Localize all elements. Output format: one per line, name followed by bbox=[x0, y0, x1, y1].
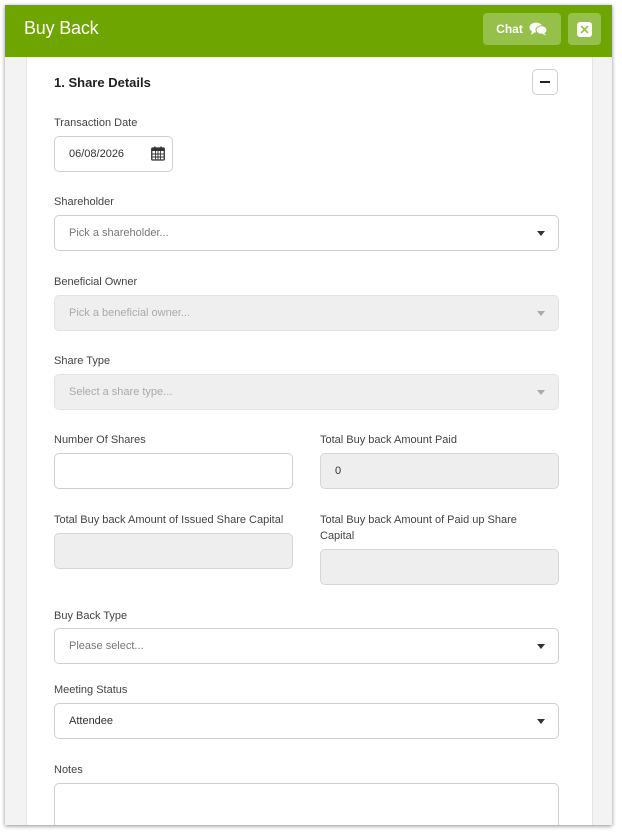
share-type-select[interactable]: Select a share type... bbox=[54, 374, 559, 410]
issued-share-capital-label: Total Buy back Amount of Issued Share Ca… bbox=[54, 514, 284, 526]
calendar-icon[interactable] bbox=[151, 146, 165, 161]
chat-button[interactable]: Chat bbox=[483, 13, 561, 45]
section-title: 1. Share Details bbox=[54, 75, 151, 90]
caret-down-icon bbox=[537, 311, 545, 316]
collapse-button[interactable] bbox=[532, 69, 558, 95]
close-icon bbox=[577, 21, 592, 37]
share-details-card: 1. Share Details Transaction Date 06/08/… bbox=[26, 57, 593, 825]
caret-down-icon bbox=[537, 231, 545, 236]
caret-down-icon bbox=[537, 390, 545, 395]
share-type-label: Share Type bbox=[54, 355, 111, 367]
paid-up-share-capital-input[interactable] bbox=[320, 549, 559, 585]
transaction-date-label: Transaction Date bbox=[54, 117, 138, 129]
chat-button-label: Chat bbox=[496, 22, 523, 36]
total-amount-paid-label: Total Buy back Amount Paid bbox=[320, 434, 457, 446]
notes-textarea[interactable] bbox=[54, 783, 559, 825]
share-type-placeholder: Select a share type... bbox=[69, 386, 173, 398]
number-of-shares-label: Number Of Shares bbox=[54, 434, 146, 446]
close-button[interactable] bbox=[568, 13, 601, 45]
transaction-date-value: 06/08/2026 bbox=[69, 148, 125, 160]
buy-back-type-label: Buy Back Type bbox=[54, 610, 128, 622]
chat-bubbles-icon bbox=[529, 22, 548, 36]
buy-back-type-placeholder: Please select... bbox=[69, 640, 144, 652]
caret-down-icon bbox=[537, 644, 545, 649]
shareholder-label: Shareholder bbox=[54, 196, 114, 208]
issued-share-capital-input[interactable] bbox=[54, 533, 293, 569]
shareholder-placeholder: Pick a shareholder... bbox=[69, 227, 169, 239]
total-amount-paid-input[interactable]: 0 bbox=[320, 453, 559, 489]
notes-label: Notes bbox=[54, 764, 83, 776]
shareholder-select[interactable]: Pick a shareholder... bbox=[54, 215, 559, 251]
beneficial-owner-select[interactable]: Pick a beneficial owner... bbox=[54, 295, 559, 331]
paid-up-share-capital-label: Total Buy back Amount of Paid up Share C… bbox=[320, 514, 517, 542]
beneficial-owner-placeholder: Pick a beneficial owner... bbox=[69, 307, 191, 319]
meeting-status-select[interactable]: Attendee bbox=[54, 703, 559, 739]
transaction-date-input[interactable]: 06/08/2026 bbox=[54, 136, 173, 172]
total-amount-paid-value: 0 bbox=[335, 465, 342, 477]
meeting-status-label: Meeting Status bbox=[54, 684, 128, 696]
meeting-status-value: Attendee bbox=[69, 715, 114, 727]
modal-header: Buy Back Chat bbox=[5, 5, 612, 57]
buy-back-modal: Buy Back Chat 1. Share Details Transacti… bbox=[5, 5, 612, 825]
modal-title: Buy Back bbox=[24, 18, 99, 38]
number-of-shares-input[interactable] bbox=[54, 453, 293, 489]
buy-back-type-select[interactable]: Please select... bbox=[54, 628, 559, 664]
caret-down-icon bbox=[537, 719, 545, 724]
beneficial-owner-label: Beneficial Owner bbox=[54, 276, 138, 288]
